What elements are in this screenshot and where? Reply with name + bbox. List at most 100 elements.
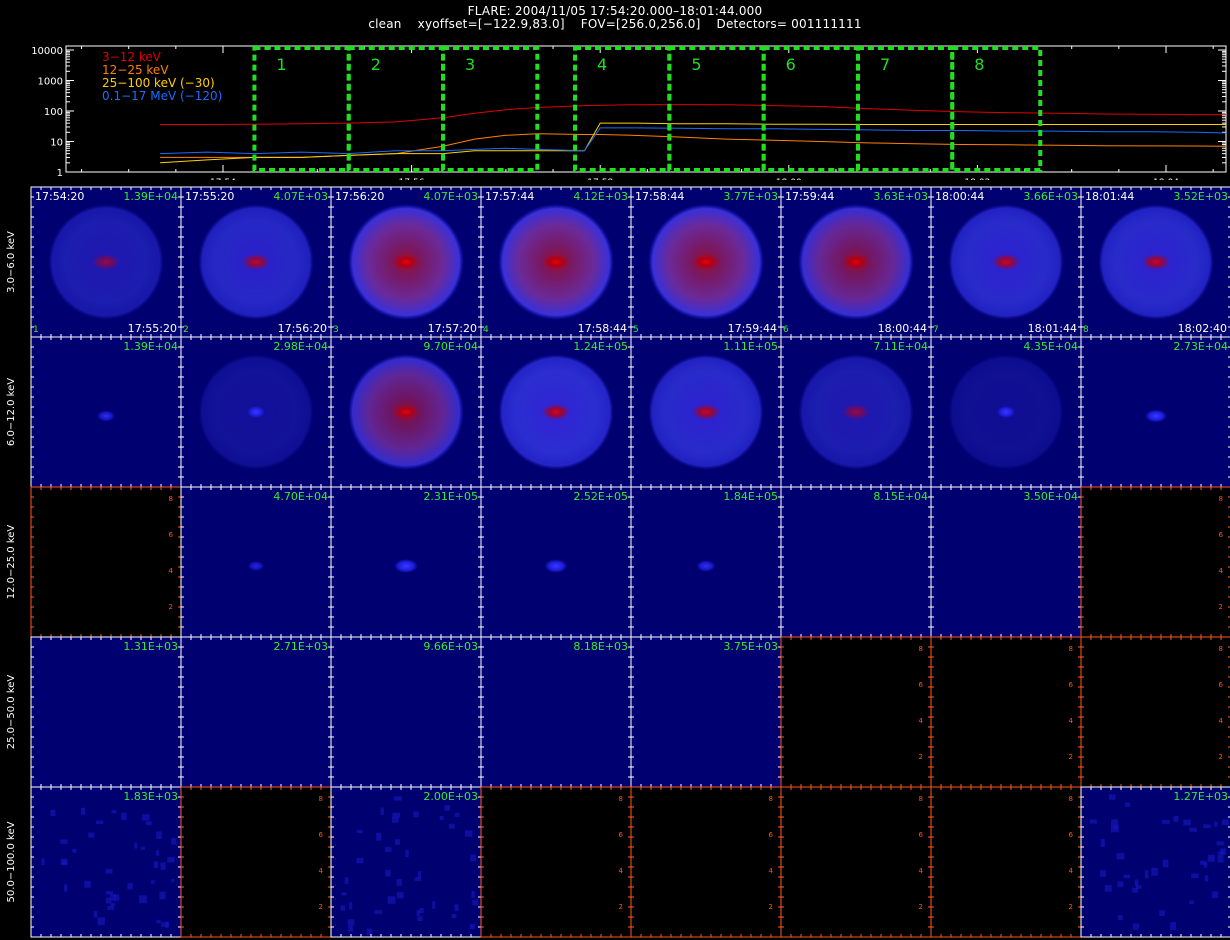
empty-axis-label: 8 (919, 645, 923, 653)
source-spot (1145, 409, 1167, 423)
noise-speck (1116, 853, 1125, 860)
peak-value: 2.73E+04 (1173, 340, 1228, 353)
end-time: 17:55:20 (128, 322, 177, 335)
noise-speck (153, 861, 159, 869)
empty-panel (180, 786, 332, 938)
noise-speck (97, 917, 105, 926)
noise-speck (396, 891, 404, 899)
peak-value: 1.27E+03 (1173, 790, 1228, 803)
noise-speck (1189, 827, 1197, 832)
peak-value: 1.39E+04 (123, 340, 178, 353)
noise-speck (439, 815, 444, 820)
peak-value: 1.31E+03 (123, 640, 178, 653)
noise-speck (1124, 802, 1131, 807)
noise-speck (385, 869, 391, 877)
empty-axis-label: 6 (769, 831, 774, 839)
end-time: 17:56:20 (278, 322, 327, 335)
row-label: 3.0−6.0 keV (6, 231, 17, 293)
noise-speck (1108, 794, 1116, 800)
source-core (542, 254, 570, 270)
noise-speck (1204, 875, 1209, 882)
peak-value: 7.11E+04 (873, 340, 928, 353)
peak-value: 8.15E+04 (873, 490, 928, 503)
empty-axis-label: 6 (1219, 531, 1224, 539)
noise-speck (344, 877, 349, 885)
source-core (692, 404, 720, 420)
peak-value: 2.31E+05 (423, 490, 478, 503)
noise-speck (393, 796, 402, 801)
peak-value: 3.75E+03 (723, 640, 778, 653)
empty-axis-label: 6 (919, 681, 924, 689)
noise-speck (417, 871, 422, 879)
noise-speck (340, 905, 346, 911)
peak-value: 3.66E+03 (1023, 190, 1078, 203)
noise-speck (380, 807, 384, 815)
noise-speck (63, 884, 68, 892)
start-time: 18:01:44 (1085, 190, 1134, 203)
empty-axis-label: 4 (1219, 567, 1224, 575)
empty-axis-label: 4 (919, 867, 924, 875)
empty-axis-label: 4 (1069, 867, 1074, 875)
source-core (542, 404, 570, 420)
image-panel (330, 786, 482, 938)
noise-speck (150, 880, 155, 884)
noise-speck (1170, 922, 1177, 930)
peak-value: 1.39E+04 (123, 190, 178, 203)
noise-speck (105, 868, 113, 874)
empty-axis-label: 4 (1069, 717, 1074, 725)
row-label: 6.0−12.0 keV (6, 378, 17, 446)
source-spot (97, 410, 115, 422)
noise-speck (396, 878, 402, 886)
empty-panel (630, 786, 782, 938)
noise-speck (41, 858, 45, 866)
peak-value: 1.84E+05 (723, 490, 778, 503)
noise-speck (1183, 819, 1191, 826)
peak-value: 3.77E+03 (723, 190, 778, 203)
noise-speck (1191, 873, 1199, 879)
image-grid: 3.0−6.0 keV 1.39E+04 17:54:20 17:55:20 1 4.07… (6, 186, 1230, 938)
row-label: 12.0−25.0 keV (6, 525, 17, 600)
noise-speck (84, 880, 91, 888)
noise-speck (161, 922, 169, 927)
source-core (247, 406, 265, 418)
start-time: 17:58:44 (635, 190, 684, 203)
noise-speck (1216, 841, 1224, 846)
empty-axis-label: 2 (619, 903, 623, 911)
noise-speck (1161, 819, 1170, 824)
start-time: 17:59:44 (785, 190, 834, 203)
empty-axis-label: 6 (619, 831, 624, 839)
source-core (692, 254, 720, 270)
noise-speck (1144, 870, 1149, 879)
noise-speck (392, 812, 401, 818)
empty-axis-label: 6 (169, 531, 174, 539)
empty-axis-label: 6 (919, 831, 924, 839)
column-number: 5 (633, 325, 639, 335)
empty-axis-label: 4 (769, 867, 774, 875)
noise-speck (134, 842, 138, 849)
peak-value: 2.98E+04 (273, 340, 328, 353)
noise-speck (1123, 874, 1131, 879)
noise-speck (413, 811, 419, 818)
noise-speck (140, 846, 145, 850)
noise-speck (374, 910, 383, 914)
empty-axis-label: 8 (919, 795, 923, 803)
empty-axis-label: 2 (919, 903, 923, 911)
empty-axis-label: 8 (1069, 795, 1073, 803)
noise-speck (139, 895, 147, 904)
row-label: 50.0−100.0 keV (6, 821, 17, 902)
empty-axis-label: 4 (169, 567, 174, 575)
noise-speck (145, 821, 152, 826)
image-panel (780, 486, 932, 638)
noise-speck (1217, 854, 1224, 863)
noise-speck (391, 816, 399, 823)
noise-speck (1135, 885, 1142, 889)
peak-value: 2.52E+05 (573, 490, 628, 503)
noise-speck (1214, 821, 1218, 827)
empty-panel (1080, 636, 1230, 788)
empty-axis-label: 2 (919, 753, 923, 761)
end-time: 17:58:44 (578, 322, 627, 335)
empty-panel (930, 636, 1082, 788)
noise-speck (405, 849, 409, 858)
noise-speck (356, 858, 364, 864)
empty-panel (30, 486, 182, 638)
